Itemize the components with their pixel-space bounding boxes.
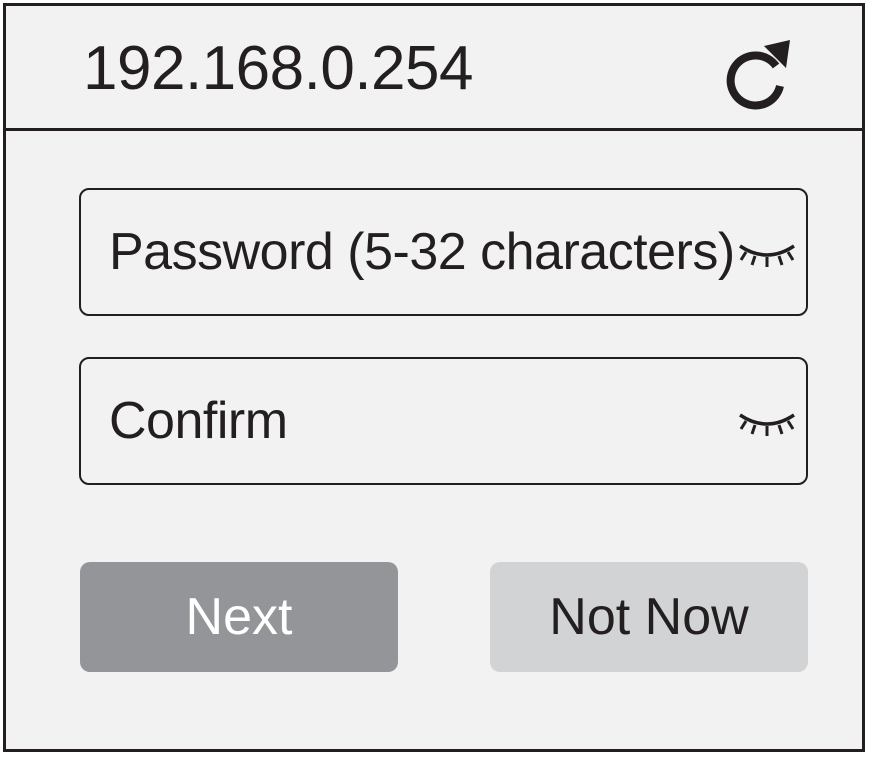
confirm-placeholder: Confirm [109, 392, 288, 450]
app-window: 192.168.0.254 Password (5-32 characters)… [3, 3, 865, 752]
address-text[interactable]: 192.168.0.254 [83, 34, 474, 104]
not-now-button[interactable]: Not Now [490, 562, 808, 672]
eye-closed-icon[interactable] [738, 240, 796, 270]
eye-closed-icon[interactable] [738, 409, 796, 439]
address-bar: 192.168.0.254 [6, 6, 862, 131]
password-field[interactable]: Password (5-32 characters) [79, 188, 808, 316]
refresh-icon[interactable] [724, 36, 794, 110]
confirm-field[interactable]: Confirm [79, 357, 808, 485]
next-button[interactable]: Next [80, 562, 398, 672]
password-placeholder: Password (5-32 characters) [109, 223, 735, 281]
